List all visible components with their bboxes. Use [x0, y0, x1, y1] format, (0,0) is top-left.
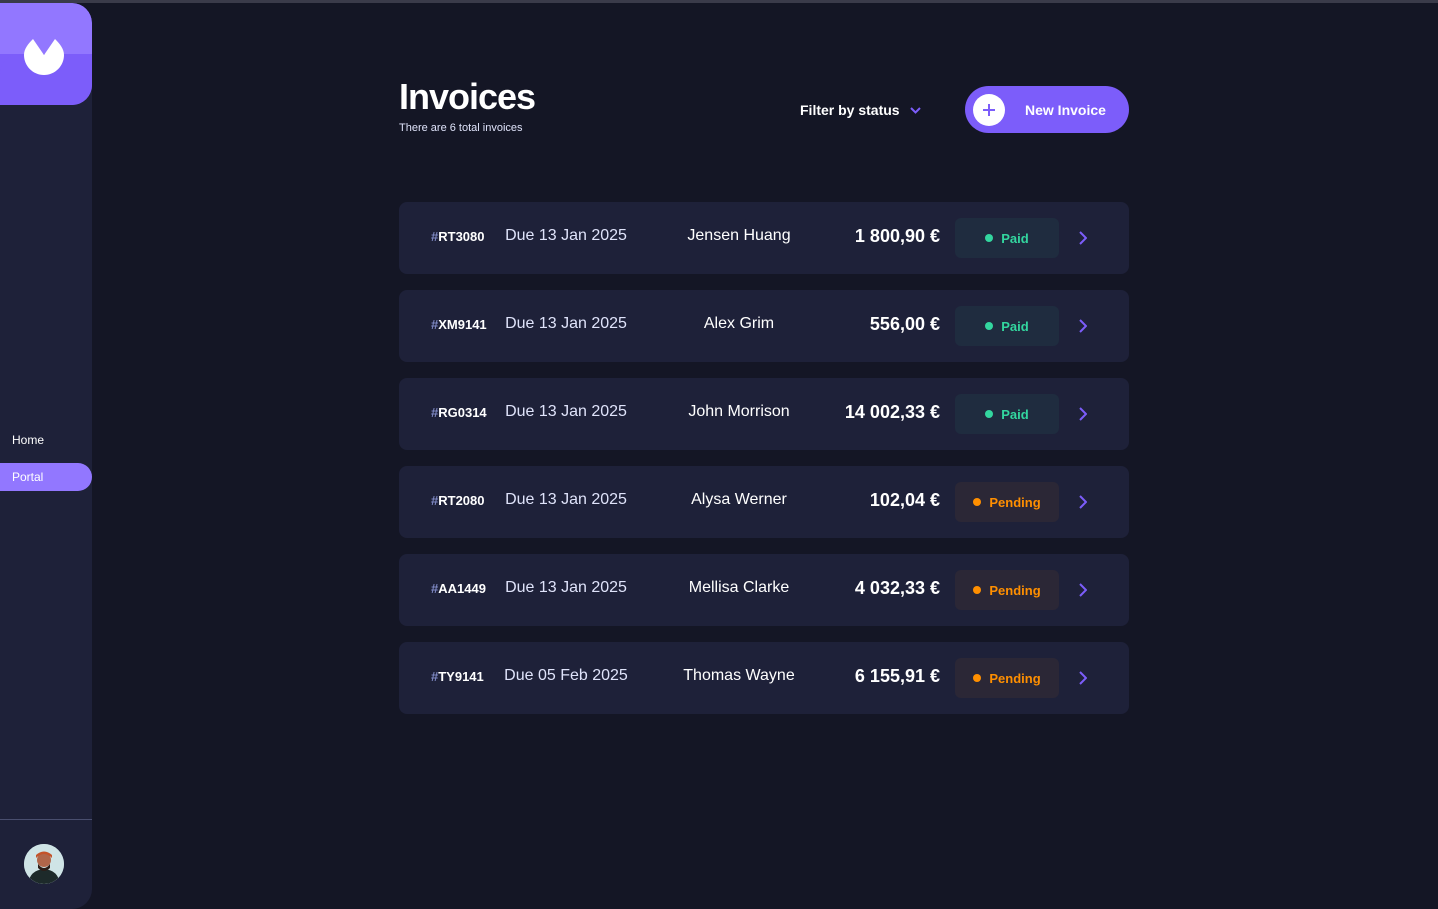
invoice-id: #AA1449 [431, 581, 486, 596]
status-badge: Pending [955, 482, 1059, 522]
status-badge: Pending [955, 658, 1059, 698]
invoice-client-name: Mellisa Clarke [688, 579, 790, 596]
invoice-id: #RG0314 [431, 405, 487, 420]
invoice-due-date: Due 13 Jan 2025 [505, 579, 627, 596]
invoice-id: #RT3080 [431, 229, 484, 244]
avatar[interactable] [24, 844, 64, 884]
status-dot [973, 498, 982, 506]
nav-item-home[interactable]: Home [0, 426, 92, 454]
sidebar: Home Portal [0, 3, 92, 909]
invoice-row[interactable]: #TY9141 Due 05 Feb 2025 Thomas Wayne 6 1… [399, 642, 1129, 714]
status-dot [973, 674, 982, 682]
status-badge: Paid [955, 306, 1059, 346]
page-title: Invoices [399, 76, 536, 117]
status-label: Pending [989, 582, 1041, 598]
status-dot [985, 234, 994, 242]
window-top-border [0, 0, 1438, 3]
status-dot [973, 586, 982, 594]
invoice-id-value: RT3080 [438, 229, 485, 244]
plus-icon [973, 93, 1005, 126]
invoice-row[interactable]: #RG0314 Due 13 Jan 2025 John Morrison 14… [399, 378, 1129, 450]
invoice-id-value: XM9141 [438, 317, 487, 332]
invoice-id-value: RG0314 [438, 405, 487, 420]
invoice-row[interactable]: #XM9141 Due 13 Jan 2025 Alex Grim 556,00… [399, 290, 1129, 362]
brand-logo[interactable] [0, 3, 92, 105]
invoice-id: #RT2080 [431, 493, 484, 508]
status-label: Pending [989, 670, 1041, 686]
chevron-right-icon[interactable] [1079, 407, 1087, 421]
invoice-due-date: Due 13 Jan 2025 [505, 315, 627, 332]
chevron-down-icon [909, 106, 921, 114]
chevron-right-icon[interactable] [1079, 319, 1087, 333]
invoice-id: #TY9141 [431, 669, 484, 684]
invoice-count-text: There are 6 total invoices [399, 122, 523, 134]
chevron-right-icon[interactable] [1079, 671, 1087, 685]
status-badge: Paid [955, 218, 1059, 258]
invoice-client-name: Thomas Wayne [683, 667, 795, 684]
invoice-amount: 14 002,33 € [844, 402, 940, 422]
filter-by-status-dropdown[interactable]: Filter by status [800, 100, 921, 120]
status-label: Pending [989, 494, 1041, 510]
invoice-client-name: Alex Grim [703, 315, 775, 332]
invoice-list: #RT3080 Due 13 Jan 2025 Jensen Huang 1 8… [399, 202, 1129, 730]
invoice-id-value: TY9141 [438, 669, 484, 684]
invoice-client-name: Jensen Huang [687, 227, 791, 244]
status-dot [985, 410, 994, 418]
status-badge: Paid [955, 394, 1059, 434]
invoice-amount: 4 032,33 € [854, 578, 940, 598]
invoice-client-name: Alysa Werner [691, 491, 787, 508]
chevron-right-icon[interactable] [1079, 231, 1087, 245]
new-invoice-label: New Invoice [1025, 101, 1106, 118]
status-label: Paid [1001, 318, 1029, 334]
invoice-due-date: Due 05 Feb 2025 [504, 667, 628, 684]
logo-icon [24, 39, 64, 75]
invoice-amount: 6 155,91 € [854, 666, 940, 686]
filter-label: Filter by status [800, 102, 900, 118]
invoice-row[interactable]: #AA1449 Due 13 Jan 2025 Mellisa Clarke 4… [399, 554, 1129, 626]
invoice-id-value: AA1449 [438, 581, 486, 596]
invoice-due-date: Due 13 Jan 2025 [505, 491, 627, 508]
chevron-right-icon[interactable] [1079, 495, 1087, 509]
status-label: Paid [1001, 406, 1029, 422]
invoice-client-name: John Morrison [688, 403, 790, 420]
chevron-right-icon[interactable] [1079, 583, 1087, 597]
invoice-row[interactable]: #RT2080 Due 13 Jan 2025 Alysa Werner 102… [399, 466, 1129, 538]
invoice-row[interactable]: #RT3080 Due 13 Jan 2025 Jensen Huang 1 8… [399, 202, 1129, 274]
invoice-id-value: RT2080 [438, 493, 485, 508]
new-invoice-button[interactable]: New Invoice [965, 86, 1129, 133]
avatar-image [24, 844, 64, 884]
invoice-amount: 102,04 € [869, 490, 940, 510]
invoice-id: #XM9141 [431, 317, 487, 332]
sidebar-divider [0, 819, 92, 820]
invoice-amount: 1 800,90 € [854, 226, 940, 246]
invoice-due-date: Due 13 Jan 2025 [505, 227, 627, 244]
status-badge: Pending [955, 570, 1059, 610]
status-label: Paid [1001, 230, 1029, 246]
nav-item-portal[interactable]: Portal [0, 463, 92, 491]
status-dot [985, 322, 994, 330]
invoice-amount: 556,00 € [869, 314, 940, 334]
invoice-due-date: Due 13 Jan 2025 [505, 403, 627, 420]
